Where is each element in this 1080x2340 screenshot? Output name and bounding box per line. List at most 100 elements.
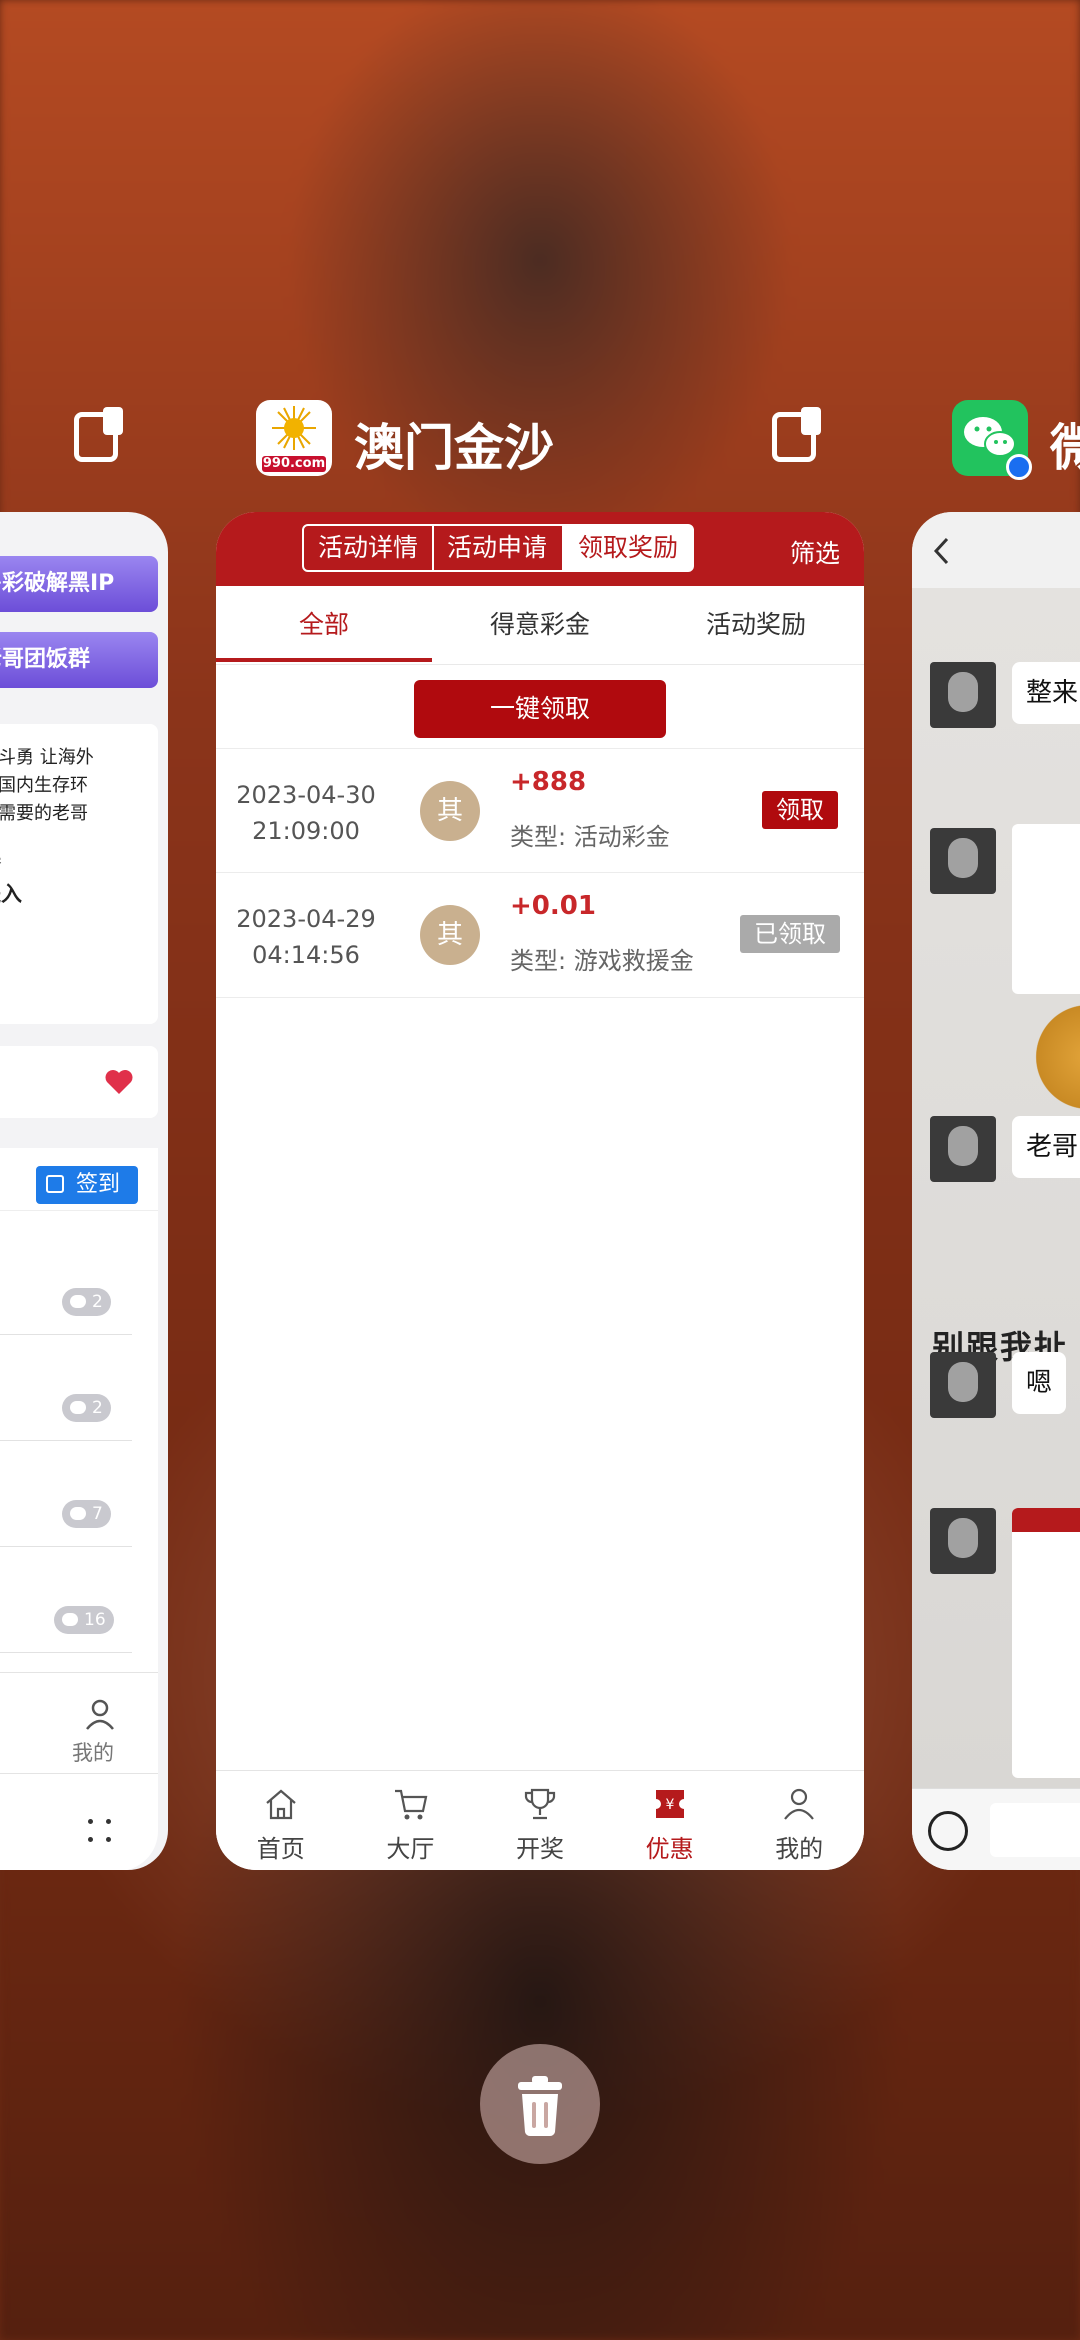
tab-all[interactable]: 全部 [216, 586, 432, 664]
purple-button-1[interactable]: 鲁彩破解黑IP [0, 556, 158, 612]
home-icon [266, 1789, 296, 1820]
wechat-icon [952, 400, 1032, 480]
reward-row: 2023-04-30 21:09:00 其 +888 类型: 活动彩金 领取 [216, 748, 864, 873]
divider [0, 1334, 132, 1335]
comment-count-badge: 2 [62, 1288, 111, 1316]
nav-label: 我的 [72, 1741, 114, 1765]
type-avatar: 其 [420, 905, 480, 965]
text-line: 进入 [0, 882, 22, 906]
back-chevron-icon[interactable] [932, 536, 952, 566]
right-app-title: 微 [1050, 408, 1080, 480]
nav-mine[interactable]: 我的 [734, 1771, 864, 1870]
filter-button[interactable]: 筛选 [790, 534, 840, 570]
chat-bubble: 老哥 [1012, 1116, 1080, 1178]
purple-button-label: 老哥团饭群 [0, 647, 91, 672]
tab-activity-reward[interactable]: 活动奖励 [648, 586, 864, 664]
app-logo: 990.com [256, 400, 332, 476]
image-message[interactable] [1012, 824, 1080, 994]
svg-text:¥: ¥ [665, 1797, 674, 1813]
divider [0, 1652, 132, 1653]
tabs: 全部 得意彩金 活动奖励 [216, 586, 864, 665]
comment-count-badge: 2 [62, 1394, 111, 1422]
text-line: 智斗勇 让海外 [0, 747, 94, 768]
left-like-row: 1 [0, 1046, 158, 1118]
chat-bubble: 嗯 [1012, 1352, 1067, 1414]
nav-home[interactable]: 首页 [216, 1771, 346, 1870]
claim-all-button[interactable]: 一键领取 [414, 680, 666, 738]
bottom-nav: 首页 大厅 开奖 ¥ 优惠 我的 [216, 1770, 864, 1870]
person-icon[interactable] [83, 1697, 117, 1731]
avatar[interactable] [930, 1352, 996, 1418]
record-date: 2023-04-30 [236, 781, 376, 809]
tab-bonus[interactable]: 得意彩金 [432, 586, 648, 664]
nav-label: 首页 [256, 1835, 305, 1863]
record-time: 21:09:00 [252, 817, 360, 845]
dots-icon[interactable] [88, 1819, 114, 1845]
claim-button[interactable]: 领取 [762, 791, 838, 829]
calendar-icon [46, 1175, 64, 1193]
message-input[interactable] [990, 1803, 1080, 1857]
text-line: 器 [0, 846, 1, 874]
record-time: 04:14:56 [252, 941, 360, 969]
orange-image [1032, 992, 1080, 1122]
nav-label: 开奖 [515, 1835, 564, 1863]
nav-label: 大厅 [386, 1835, 435, 1863]
chat-input-bar [912, 1788, 1080, 1870]
nav-hall[interactable]: 大厅 [346, 1771, 476, 1870]
segment-activity-apply[interactable]: 活动申请 [432, 524, 564, 572]
reward-row: 2023-04-29 04:14:56 其 +0.01 类型: 游戏救援金 已领取 [216, 872, 864, 998]
record-datetime: 2023-04-29 04:14:56 [234, 901, 378, 973]
left-list-panel: 签到 2 2 7 16 [0, 1148, 158, 1672]
left-app-card[interactable]: 鲁彩破解黑IP 老哥团饭群 智斗勇 让海外 主国内生存环 多需要的老哥 器 进入… [0, 512, 168, 1870]
comment-count-badge: 7 [62, 1500, 111, 1528]
verified-badge-icon [1006, 454, 1032, 480]
avatar[interactable] [930, 828, 996, 894]
screenshot-message[interactable] [1012, 1508, 1080, 1778]
nav-promotions[interactable]: ¥ 优惠 [605, 1771, 735, 1870]
text-line: 主国内生存环 [0, 775, 88, 796]
voice-icon[interactable] [928, 1811, 968, 1851]
right-app-name: 微 [1050, 419, 1080, 477]
type-avatar: 其 [420, 781, 480, 841]
clear-all-button[interactable] [480, 2044, 600, 2164]
left-bottom-nav: 我的 [0, 1672, 158, 1870]
divider [0, 1546, 132, 1547]
record-amount: +0.01 [510, 891, 596, 921]
app-title: 澳门金沙 [354, 419, 554, 477]
nav-label: 优惠 [645, 1835, 694, 1863]
divider [0, 1440, 132, 1441]
divider [0, 1773, 158, 1774]
window-split-icon[interactable] [772, 407, 821, 462]
segment-activity-details[interactable]: 活动详情 [302, 524, 434, 572]
record-datetime: 2023-04-30 21:09:00 [234, 777, 378, 849]
chat-bubble: 整来 [1012, 662, 1080, 724]
divider [0, 1210, 158, 1211]
logo-text: 990.com [262, 456, 326, 471]
checkin-label: 签到 [76, 1172, 121, 1197]
purple-button-label: 鲁彩破解黑IP [0, 571, 115, 596]
avatar[interactable] [930, 1508, 996, 1574]
record-type: 类型: 活动彩金 [510, 823, 670, 851]
record-date: 2023-04-29 [236, 905, 376, 933]
active-tab-indicator [216, 658, 432, 662]
window-split-icon[interactable] [74, 407, 123, 462]
nav-label: 我的 [775, 1835, 824, 1863]
left-text-panel: 智斗勇 让海外 主国内生存环 多需要的老哥 器 进入 [0, 724, 158, 1024]
purple-button-2[interactable]: 老哥团饭群 [0, 632, 158, 688]
right-app-card[interactable]: 整来 老哥 别跟我扯 嗯 [912, 512, 1080, 1870]
heart-icon[interactable] [104, 1068, 134, 1096]
main-header: 活动详情 活动申请 领取奖励 筛选 [216, 512, 864, 586]
trophy-icon [525, 1788, 556, 1820]
cart-icon [394, 1789, 427, 1820]
nav-lottery[interactable]: 开奖 [475, 1771, 605, 1870]
avatar[interactable] [930, 662, 996, 728]
coupon-icon: ¥ [655, 1790, 684, 1818]
segment-claim-rewards[interactable]: 领取奖励 [562, 524, 694, 572]
avatar[interactable] [930, 1116, 996, 1182]
claimed-status: 已领取 [740, 915, 840, 953]
main-app-card[interactable]: 活动详情 活动申请 领取奖励 筛选 全部 得意彩金 活动奖励 一键领取 2023… [216, 512, 864, 1870]
trash-icon [518, 2076, 562, 2137]
checkin-button[interactable]: 签到 [36, 1166, 138, 1204]
person-icon [784, 1788, 815, 1820]
record-amount: +888 [510, 767, 587, 797]
